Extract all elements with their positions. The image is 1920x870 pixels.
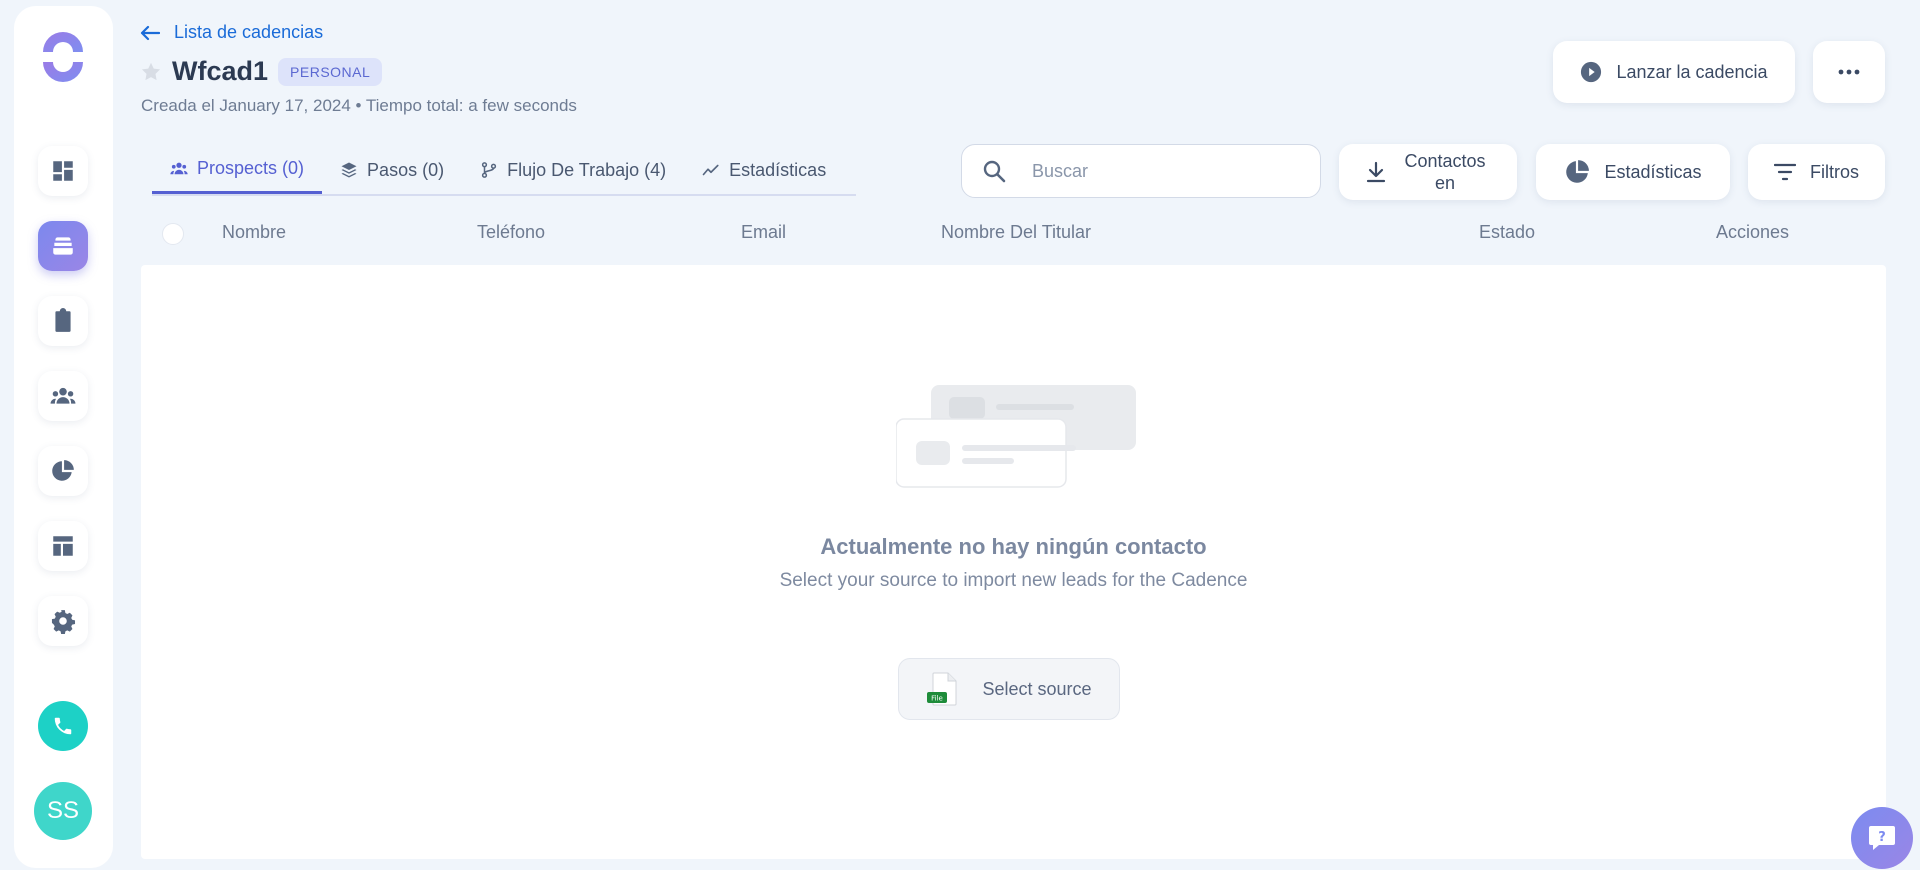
gear-icon (51, 610, 76, 634)
file-icon: File (927, 672, 957, 706)
tab-statistics[interactable]: Estadísticas (684, 146, 844, 194)
empty-state-subtitle: Select your source to import new leads f… (779, 570, 1248, 591)
more-horizontal-icon (1838, 69, 1860, 75)
launch-cadence-button[interactable]: Lanzar la cadencia (1553, 41, 1795, 103)
pie-chart-icon (52, 460, 74, 481)
empty-state-illustration (896, 385, 1136, 488)
tab-label: Estadísticas (729, 159, 827, 180)
layers-icon (341, 162, 357, 178)
select-source-button[interactable]: File Select source (898, 658, 1120, 720)
filters-label: Filtros (1810, 161, 1859, 182)
search-box (961, 144, 1321, 198)
avatar[interactable]: SS (34, 782, 92, 840)
sidebar-item-templates[interactable] (38, 521, 88, 571)
filters-button[interactable]: Filtros (1748, 144, 1885, 200)
column-header[interactable]: Nombre (222, 222, 286, 243)
pie-chart-icon (1566, 160, 1590, 183)
app-logo[interactable] (38, 32, 88, 82)
launch-cadence-label: Lanzar la cadencia (1616, 61, 1768, 82)
tab-prospects[interactable]: Prospects (0) (152, 146, 323, 194)
import-contacts-label: Contactos en (1404, 151, 1486, 193)
search-input[interactable] (1032, 160, 1292, 182)
tab-label: Prospects (0) (197, 158, 305, 178)
play-circle-icon (1581, 61, 1602, 83)
prospects-table-body: Actualmente no hay ningún contacto Selec… (141, 265, 1886, 859)
tab-label: Pasos (0) (367, 159, 445, 180)
more-options-button[interactable] (1813, 41, 1885, 103)
star-icon[interactable] (140, 61, 162, 83)
type-badge: PERSONAL (278, 57, 383, 86)
layout-icon (53, 536, 73, 556)
sidebar-item-people[interactable] (38, 371, 88, 421)
dashboard-icon (53, 161, 73, 181)
column-header[interactable]: Nombre Del Titular (941, 222, 1091, 243)
empty-state-title: Actualmente no hay ningún contacto (820, 534, 1207, 559)
tab-steps[interactable]: Pasos (0) (322, 146, 462, 194)
table-header: Nombre Teléfono Email Nombre Del Titular… (141, 212, 1886, 252)
page-subtitle: Creada el January 17, 2024 • Tiempo tota… (141, 96, 577, 115)
sidebar-item-cadences[interactable] (38, 221, 88, 271)
chat-help-icon: ? (1869, 826, 1895, 850)
import-contacts-button[interactable]: Contactos en (1339, 144, 1517, 200)
back-link-label: Lista de cadencias (174, 22, 324, 42)
help-chat-button[interactable]: ? (1851, 807, 1913, 869)
select-source-label: Select source (982, 678, 1092, 699)
sidebar-item-statistics[interactable] (38, 446, 88, 496)
tab-label: Flujo De Trabajo (4) (507, 159, 667, 180)
tab-workflow[interactable]: Flujo De Trabajo (4) (462, 146, 684, 194)
svg-text:?: ? (1878, 830, 1886, 845)
sidebar-item-settings[interactable] (38, 596, 88, 646)
phone-button[interactable] (38, 701, 88, 751)
select-all-checkbox[interactable] (162, 223, 184, 245)
stack-icon (53, 237, 73, 255)
trend-line-icon (702, 164, 719, 176)
column-header[interactable]: Teléfono (477, 222, 545, 243)
clipboard-list-icon (55, 308, 71, 332)
column-header[interactable]: Email (741, 222, 786, 243)
title-row: Wfcad1 PERSONAL (140, 56, 383, 87)
back-link[interactable]: Lista de cadencias (140, 22, 323, 43)
download-icon (1366, 161, 1386, 183)
sidebar-item-dashboard[interactable] (38, 146, 88, 196)
arrow-left-icon (140, 25, 160, 40)
statistics-button[interactable]: Estadísticas (1536, 144, 1730, 200)
tab-bar: Prospects (0) Pasos (0) Flujo De Trabajo… (152, 146, 856, 196)
file-badge-text: File (932, 695, 944, 703)
workflow-icon (481, 162, 497, 178)
statistics-label: Estadísticas (1604, 161, 1702, 182)
people-icon (170, 162, 188, 174)
phone-icon (54, 717, 72, 735)
page-title: Wfcad1 (172, 56, 269, 86)
people-icon (50, 387, 76, 404)
column-header: Acciones (1716, 222, 1790, 242)
filter-icon (1774, 163, 1796, 181)
column-header[interactable]: Estado (1479, 222, 1535, 243)
search-icon (983, 160, 1006, 183)
sidebar-item-tasks[interactable] (38, 296, 88, 346)
sidebar: SS (14, 6, 113, 868)
